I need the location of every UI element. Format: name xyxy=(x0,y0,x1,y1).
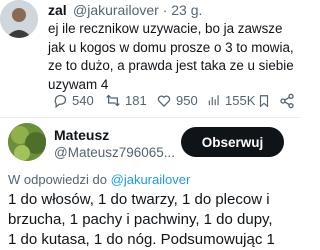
reply-to-handle[interactable]: @jakurailover xyxy=(111,172,191,187)
author-handle[interactable]: @Mateusz796065... xyxy=(54,145,175,160)
author-name[interactable]: Mateusz xyxy=(54,127,109,143)
author-name[interactable]: zal xyxy=(48,2,67,18)
tweet-body-line: 1 do kutasa, 1 do nóg. Podsumowując 1 xyxy=(8,231,275,248)
author-handle-time[interactable]: @jakurailover · 23 g. xyxy=(73,2,202,18)
avatar-zal[interactable] xyxy=(0,0,38,38)
tweet-body-line: 1 do włosów, 1 do twarzy, 1 do plecow i xyxy=(8,191,270,208)
tweet-body-line: brzucha, 1 pachy i pachwiny, 1 do dupy, xyxy=(8,211,273,228)
tweet-body-line: uzywam 4 xyxy=(48,76,109,92)
reply-icon xyxy=(54,94,67,108)
like-icon xyxy=(157,95,171,108)
repost-icon xyxy=(106,94,120,107)
repost-button[interactable]: 181 xyxy=(105,93,147,108)
bookmark-icon xyxy=(259,95,269,108)
tweet-body: ej ile recznikow uzywacie, bo ja zawsze … xyxy=(48,20,298,94)
author-handle[interactable]: @jakurailover xyxy=(73,2,159,18)
tweet-body: 1 do włosów, 1 do twarzy, 1 do plecow i … xyxy=(8,190,300,250)
tweet-actions: 540 181 950 155K xyxy=(53,93,298,111)
share-button[interactable] xyxy=(279,93,295,109)
share-icon xyxy=(280,93,294,109)
avatar-image xyxy=(0,0,38,38)
avatar-mateusz[interactable] xyxy=(8,123,46,161)
like-count: 950 xyxy=(176,93,198,108)
tweet-divider xyxy=(0,117,300,118)
avatar-image xyxy=(8,123,46,161)
reply-count: 540 xyxy=(72,93,94,108)
reply-prefix: W odpowiedzi do xyxy=(8,172,107,187)
reply-button[interactable]: 540 xyxy=(53,93,94,108)
tweet-body-line: ej ile recznikow uzywacie, bo ja zawsze xyxy=(48,21,283,36)
bookmark-button[interactable] xyxy=(257,93,271,109)
post-time[interactable]: 23 g. xyxy=(171,2,202,18)
tweet-body-line: jak u kogos w domu prosze o 3 to mowia, xyxy=(48,39,294,55)
separator-dot: · xyxy=(162,2,168,18)
like-button[interactable]: 950 xyxy=(156,93,198,108)
reply-context: W odpowiedzi do @jakurailover xyxy=(8,172,190,187)
follow-button[interactable]: Obserwuj xyxy=(181,127,284,157)
repost-count: 181 xyxy=(125,93,147,108)
views-button[interactable]: 155K xyxy=(207,93,255,108)
views-icon xyxy=(208,95,219,106)
views-count: 155K xyxy=(225,93,256,108)
tweet-body-line: ze to dużo, a prawda jest taka ze u sieb… xyxy=(48,58,294,73)
